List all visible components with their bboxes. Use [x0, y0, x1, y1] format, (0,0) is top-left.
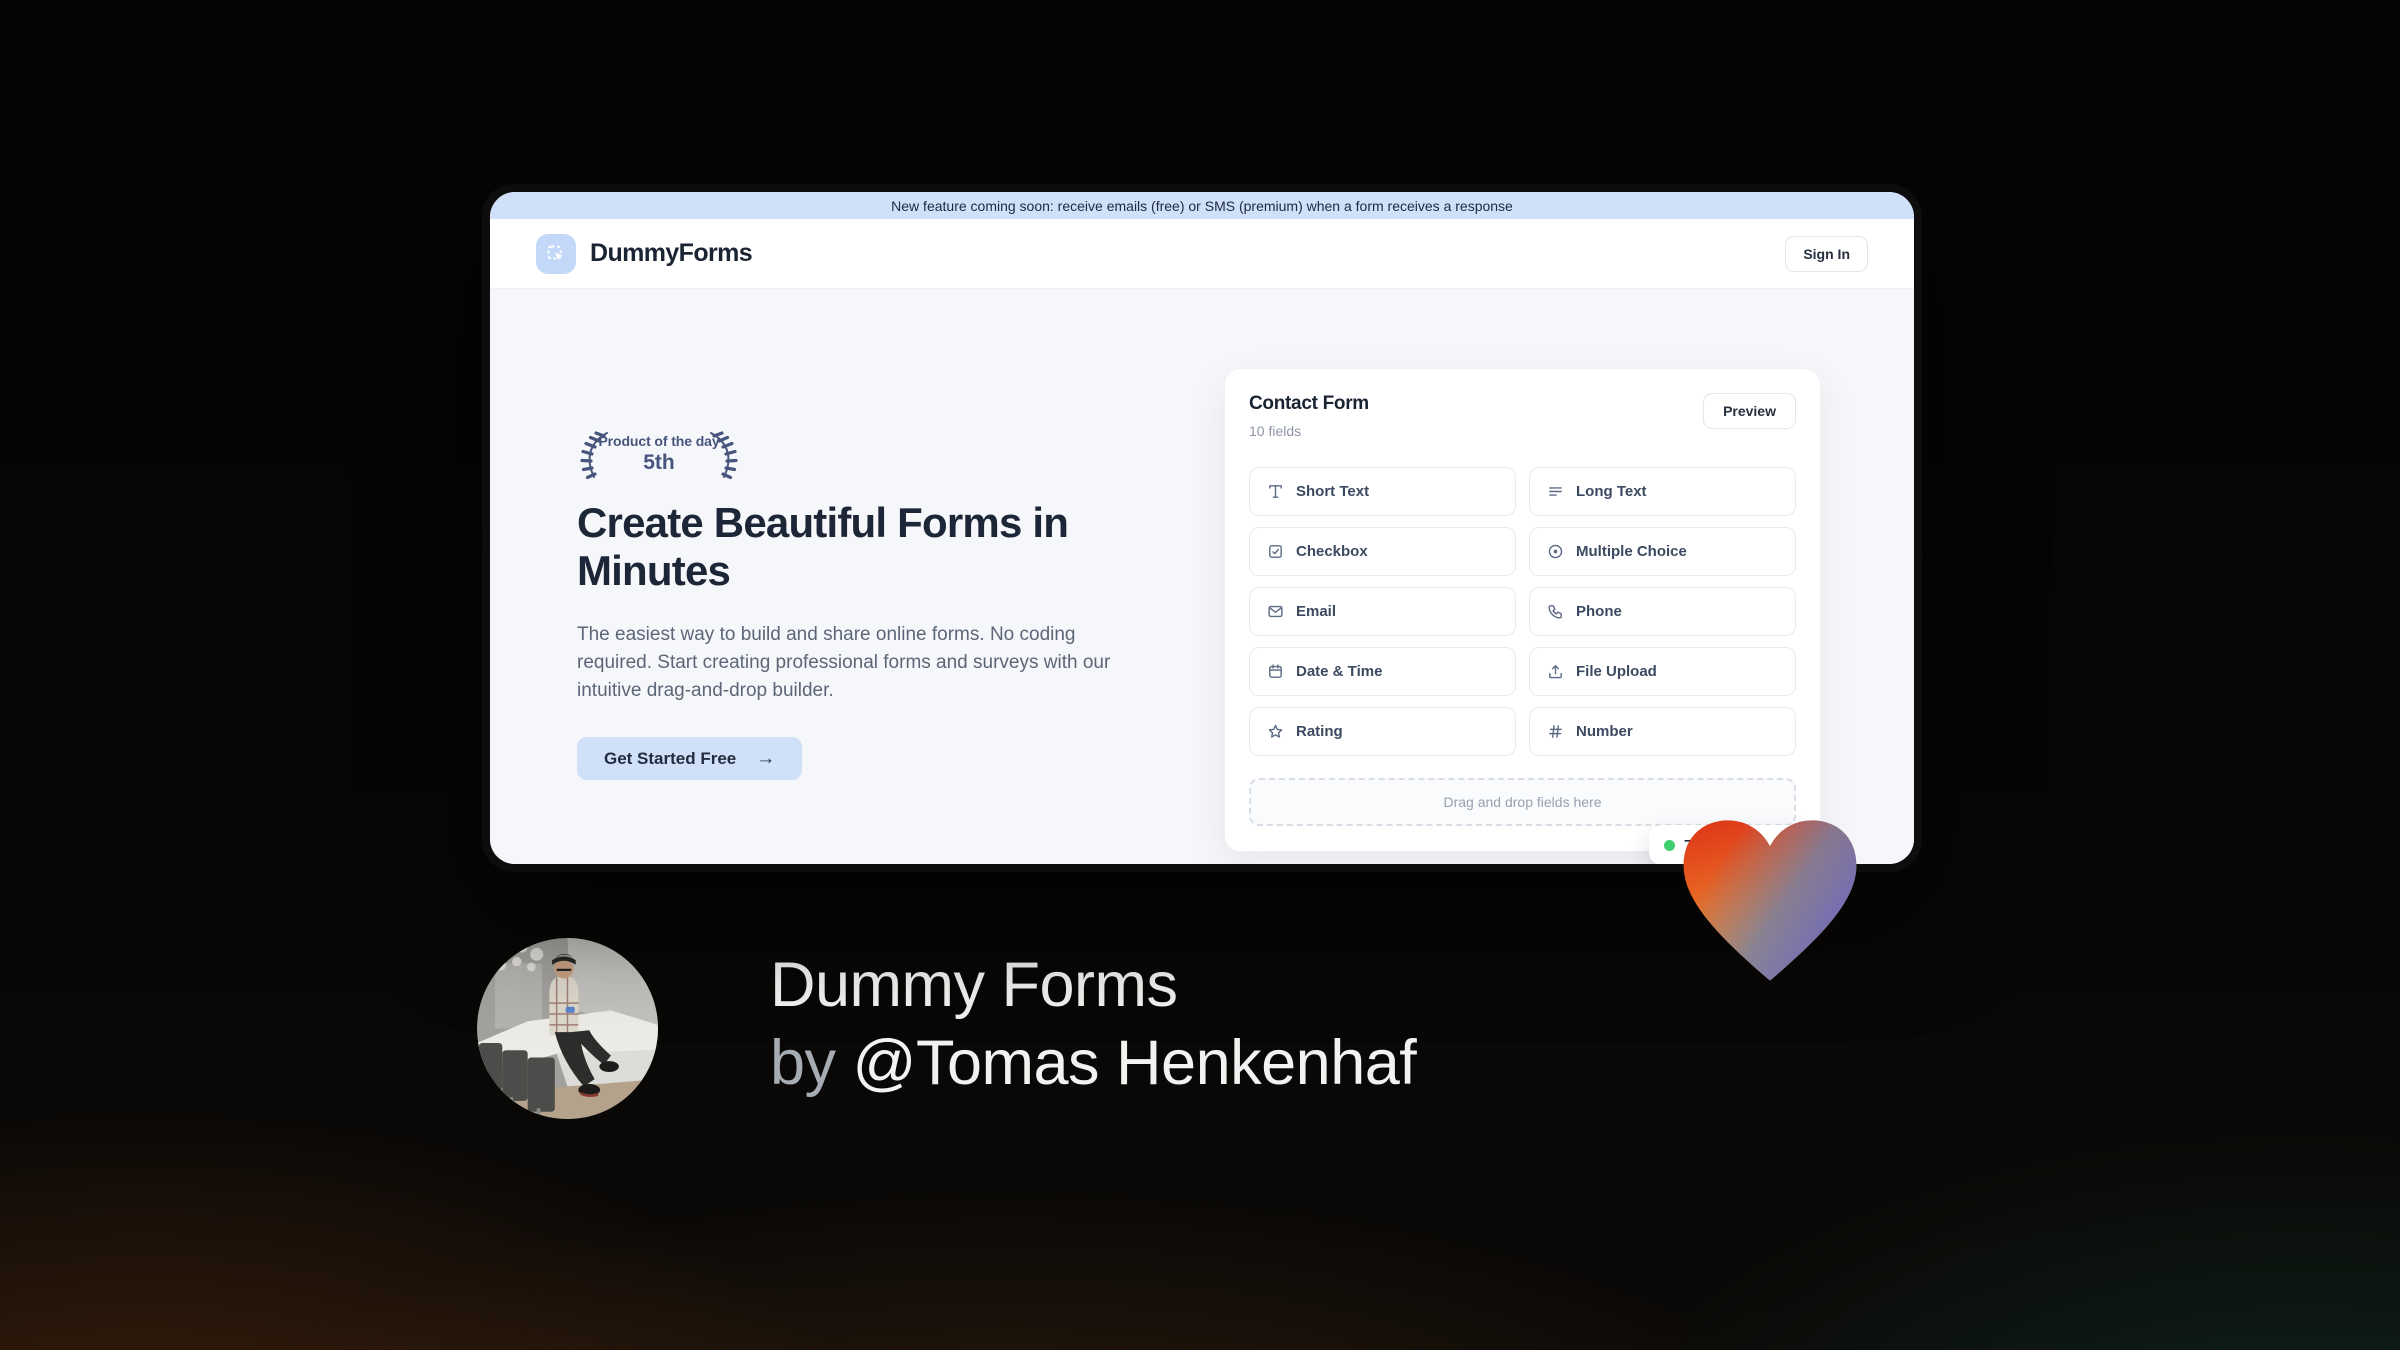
field-chip-multiple-choice[interactable]: Multiple Choice [1529, 527, 1796, 576]
award-title: Product of the day [598, 433, 720, 449]
field-chip-long-text[interactable]: Long Text [1529, 467, 1796, 516]
product-of-the-day-badge: Product of the day 5th [574, 427, 744, 485]
field-chip-label: Checkbox [1296, 543, 1368, 560]
app-screen: New feature coming soon: receive emails … [490, 192, 1914, 864]
field-chip-number[interactable]: Number [1529, 707, 1796, 756]
email-icon [1268, 605, 1283, 618]
get-started-label: Get Started Free [604, 748, 737, 768]
field-chip-label: Long Text [1576, 483, 1647, 500]
author-handle: @Tomas Henkenhaf [852, 1028, 1417, 1098]
preview-button[interactable]: Preview [1703, 393, 1796, 429]
brand-mark-icon [536, 233, 576, 274]
field-chip-checkbox[interactable]: Checkbox [1249, 527, 1516, 576]
checkbox-icon [1269, 545, 1282, 558]
browser-mockup: New feature coming soon: receive emails … [482, 184, 1922, 872]
field-chip-label: Short Text [1296, 483, 1370, 500]
page-title: Create Beautiful Forms in Minutes [577, 499, 1069, 594]
upload-icon [1549, 665, 1562, 679]
field-chip-file-upload[interactable]: File Upload [1529, 647, 1796, 696]
radio-icon [1548, 544, 1563, 559]
byline-prefix: by [770, 1028, 853, 1098]
announcement-banner: New feature coming soon: receive emails … [490, 192, 1914, 219]
form-card-header: Contact Form 10 fields Preview [1249, 393, 1796, 439]
field-chip-phone[interactable]: Phone [1529, 587, 1796, 636]
form-field-count: 10 fields [1249, 423, 1302, 439]
field-chip-rating[interactable]: Rating [1249, 707, 1516, 756]
get-started-button[interactable]: Get Started Free → [577, 737, 803, 780]
brand-logo[interactable]: DummyForms [536, 233, 753, 274]
field-chip-label: Rating [1296, 723, 1343, 740]
hash-icon [1549, 725, 1562, 738]
field-chip-label: Multiple Choice [1576, 543, 1687, 560]
field-chip-label: File Upload [1576, 663, 1657, 680]
award-rank: 5th [643, 451, 675, 474]
field-chip-label: Number [1576, 723, 1633, 740]
sign-in-button[interactable]: Sign In [1785, 235, 1868, 272]
arrow-right-icon: → [756, 747, 776, 769]
hero-section: Product of the day 5th Create Beautiful … [490, 289, 1914, 864]
creator-avatar [477, 938, 658, 1119]
byline: by @Tomas Henkenhaf [770, 1024, 1417, 1102]
field-chip-label: Date & Time [1296, 663, 1383, 680]
top-navigation: DummyForms Sign In [490, 219, 1914, 289]
product-name: Dummy Forms [770, 950, 1178, 1020]
form-card-titles: Contact Form 10 fields [1249, 393, 1369, 439]
brand-name: DummyForms [590, 239, 753, 267]
drop-zone-text: Drag and drop fields here [1443, 794, 1602, 810]
author-credit: Dummy Forms by @Tomas Henkenhaf [770, 946, 1417, 1102]
field-chip-label: Phone [1576, 603, 1622, 620]
star-icon [1268, 724, 1283, 738]
field-chip-label: Email [1296, 603, 1337, 620]
hero-description: The easiest way to build and share onlin… [577, 624, 1111, 701]
field-chip-email[interactable]: Email [1249, 587, 1516, 636]
field-type-grid: Short Text Long Text Checkbox Multiple C… [1249, 467, 1796, 756]
phone-icon [1548, 605, 1562, 619]
short-text-icon [1269, 485, 1282, 498]
award-text: Product of the day 5th [574, 433, 744, 475]
heart-icon [1674, 810, 1866, 990]
form-builder-card: Contact Form 10 fields Preview Short Tex… [1224, 368, 1821, 864]
field-chip-date-time[interactable]: Date & Time [1249, 647, 1516, 696]
field-chip-short-text[interactable]: Short Text [1249, 467, 1516, 516]
announcement-text: New feature coming soon: receive emails … [891, 197, 1513, 214]
long-text-icon [1549, 487, 1562, 496]
form-title: Contact Form [1249, 393, 1369, 414]
calendar-icon [1269, 664, 1282, 678]
